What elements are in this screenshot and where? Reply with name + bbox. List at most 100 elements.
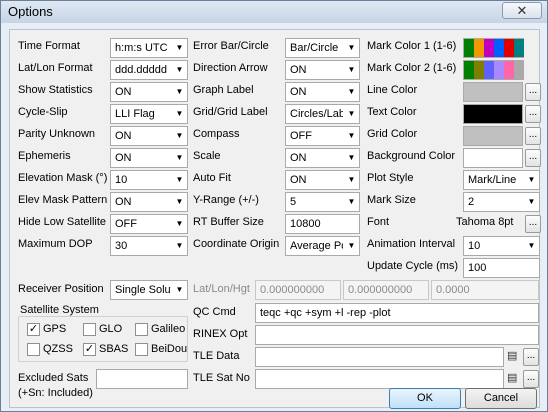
label-grid-label: Grid/Grid Label xyxy=(193,106,268,118)
compass-select[interactable]: OFF ▼ xyxy=(285,126,360,146)
beidou-checkbox[interactable] xyxy=(135,343,148,356)
label-cycle-slip: Cycle-Slip xyxy=(18,106,68,118)
label-ephemeris: Ephemeris xyxy=(18,150,71,162)
plot-style-select[interactable]: Mark/Line ▼ xyxy=(463,170,540,190)
galileo-label: Galileo xyxy=(151,323,186,335)
mark-size-select[interactable]: 2 ▼ xyxy=(463,192,540,212)
sbas-checkbox[interactable]: ✓ xyxy=(83,343,96,356)
satellite-system-group: ✓ GPS GLO Galileo QZSS ✓ SBAS BeiDou xyxy=(18,316,188,362)
chevron-down-icon: ▼ xyxy=(175,153,184,162)
cancel-button[interactable]: Cancel xyxy=(465,388,537,409)
gps-label: GPS xyxy=(43,323,67,335)
chevron-down-icon: ▼ xyxy=(175,43,184,52)
title-bar: Options ✕ xyxy=(1,1,547,23)
maximum-dop-select[interactable]: 30 ▼ xyxy=(110,236,188,256)
label-animation-interval: Animation Interval xyxy=(367,238,456,250)
grid-label-select[interactable]: Circles/Labels▼ xyxy=(285,104,360,124)
ok-button[interactable]: OK xyxy=(389,388,461,409)
tle-sat-no-browse-button[interactable]: ... xyxy=(523,370,539,388)
chevron-down-icon: ▼ xyxy=(347,109,356,118)
update-cycle-input[interactable]: 100 xyxy=(463,258,540,278)
gps-checkbox[interactable]: ✓ xyxy=(27,323,40,336)
label-plot-style: Plot Style xyxy=(367,172,414,184)
y-range-select[interactable]: 5 ▼ xyxy=(285,192,360,212)
line-color-button[interactable]: ... xyxy=(525,83,541,101)
label-qc-cmd: QC Cmd xyxy=(193,306,236,318)
latitude-input[interactable]: 0.000000000 xyxy=(255,280,341,300)
chevron-down-icon: ▼ xyxy=(175,175,184,184)
tle-sat-no-input[interactable] xyxy=(255,369,504,389)
time-format-select[interactable]: h:m:s UTC ▼ xyxy=(110,38,188,58)
grid-color-swatch[interactable] xyxy=(463,126,523,146)
color-chip xyxy=(474,61,484,79)
label-hide-low-satellite: Hide Low Satellite xyxy=(18,216,107,228)
close-button[interactable]: ✕ xyxy=(502,2,542,19)
chevron-down-icon: ▼ xyxy=(175,109,184,118)
qc-cmd-input[interactable]: teqc +qc +sym +l -rep -plot xyxy=(255,303,539,323)
direction-arrow-select[interactable]: ON ▼ xyxy=(285,60,360,80)
text-color-swatch[interactable] xyxy=(463,104,523,124)
list-icon[interactable]: ▤ xyxy=(507,351,520,362)
hide-low-satellite-select[interactable]: OFF ▼ xyxy=(110,214,188,234)
label-grid-color: Grid Color xyxy=(367,128,418,140)
label-parity-unknown: Parity Unknown xyxy=(18,128,96,140)
line-color-swatch[interactable] xyxy=(463,82,523,102)
chevron-down-icon: ▼ xyxy=(347,175,356,184)
label-line-color: Line Color xyxy=(367,84,418,96)
chevron-down-icon: ▼ xyxy=(527,197,536,206)
rinex-opt-input[interactable] xyxy=(255,325,539,345)
galileo-checkbox[interactable] xyxy=(135,323,148,336)
mark-color-1-swatch[interactable] xyxy=(463,38,524,58)
auto-fit-select[interactable]: ON ▼ xyxy=(285,170,360,190)
list-icon[interactable]: ▤ xyxy=(507,373,520,384)
label-background-color: Background Color xyxy=(367,150,456,162)
scale-select[interactable]: ON ▼ xyxy=(285,148,360,168)
tle-data-input[interactable] xyxy=(255,347,504,367)
qzss-checkbox[interactable] xyxy=(27,343,40,356)
chevron-down-icon: ▼ xyxy=(175,219,184,228)
grid-color-button[interactable]: ... xyxy=(525,127,541,145)
chevron-down-icon: ▼ xyxy=(347,153,356,162)
chevron-down-icon: ▼ xyxy=(347,43,356,52)
animation-interval-select[interactable]: 10 ▼ xyxy=(463,236,540,256)
rt-buffer-size-input[interactable]: 10800 xyxy=(285,214,360,234)
chevron-down-icon: ▼ xyxy=(347,65,356,74)
chevron-down-icon: ▼ xyxy=(347,197,356,206)
graph-label-select[interactable]: ON ▼ xyxy=(285,82,360,102)
background-color-button[interactable]: ... xyxy=(525,149,541,167)
cycle-slip-select[interactable]: LLI Flag ▼ xyxy=(110,104,188,124)
error-bar-select[interactable]: Bar/Circle ▼ xyxy=(285,38,360,58)
color-chip xyxy=(464,39,474,57)
label-mark-color-1: Mark Color 1 (1-6) xyxy=(367,40,457,52)
coordinate-origin-select[interactable]: Average Position▼ xyxy=(285,236,360,256)
color-chip xyxy=(484,39,494,57)
glo-checkbox[interactable] xyxy=(83,323,96,336)
show-statistics-select[interactable]: ON ▼ xyxy=(110,82,188,102)
chevron-down-icon: ▼ xyxy=(347,87,356,96)
receiver-position-select[interactable]: Single Solution▼ xyxy=(110,280,188,300)
label-tle-data: TLE Data xyxy=(193,350,240,362)
font-button[interactable]: ... xyxy=(525,215,541,233)
label-elev-mask-pattern: Elev Mask Pattern xyxy=(18,194,108,206)
longitude-input[interactable]: 0.000000000 xyxy=(343,280,429,300)
elev-mask-pattern-select[interactable]: ON ▼ xyxy=(110,192,188,212)
latlon-format-select[interactable]: ddd.ddddd ▼ xyxy=(110,60,188,80)
parity-unknown-select[interactable]: ON ▼ xyxy=(110,126,188,146)
font-value: Tahoma 8pt xyxy=(456,216,514,228)
ephemeris-select[interactable]: ON ▼ xyxy=(110,148,188,168)
label-show-statistics: Show Statistics xyxy=(18,84,93,96)
background-color-swatch[interactable] xyxy=(463,148,523,168)
tle-data-browse-button[interactable]: ... xyxy=(523,348,539,366)
color-chip xyxy=(504,61,514,79)
excluded-sats-input[interactable] xyxy=(96,369,188,389)
label-font: Font xyxy=(367,216,390,228)
color-chip xyxy=(494,61,504,79)
text-color-button[interactable]: ... xyxy=(525,105,541,123)
chevron-down-icon: ▼ xyxy=(175,65,184,74)
label-error-bar: Error Bar/Circle xyxy=(193,40,269,52)
mark-color-2-swatch[interactable] xyxy=(463,60,524,80)
height-input[interactable]: 0.0000 xyxy=(431,280,539,300)
label-direction-arrow: Direction Arrow xyxy=(193,62,268,74)
elevation-mask-select[interactable]: 10 ▼ xyxy=(110,170,188,190)
color-chip xyxy=(514,39,524,57)
